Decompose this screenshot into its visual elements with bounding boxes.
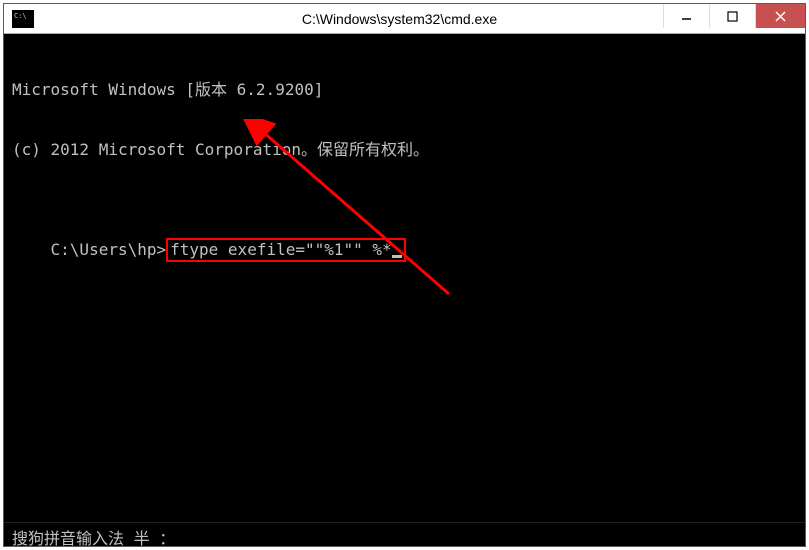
terminal-area[interactable]: Microsoft Windows [版本 6.2.9200] (c) 2012…: [4, 34, 805, 546]
command-highlight: ftype exefile=""%1"" %*: [166, 238, 406, 262]
ime-text: 搜狗拼音输入法 半 ：: [12, 529, 175, 548]
close-button[interactable]: [755, 4, 805, 28]
ime-status-bar: 搜狗拼音输入法 半 ：: [4, 522, 805, 546]
terminal-blank: [12, 200, 797, 220]
window-controls: [663, 4, 805, 33]
terminal-line-1: Microsoft Windows [版本 6.2.9200]: [12, 80, 797, 100]
minimize-button[interactable]: [663, 4, 709, 28]
maximize-button[interactable]: [709, 4, 755, 28]
prompt: C:\Users\hp>: [51, 240, 167, 259]
cursor: [392, 255, 402, 258]
cmd-icon[interactable]: [12, 10, 34, 28]
typed-command: ftype exefile=""%1"" %*: [170, 240, 392, 259]
cmd-window: C:\Windows\system32\cmd.exe Microsoft Wi…: [3, 3, 806, 547]
titlebar[interactable]: C:\Windows\system32\cmd.exe: [4, 4, 805, 34]
terminal-line-2: (c) 2012 Microsoft Corporation。保留所有权利。: [12, 140, 797, 160]
